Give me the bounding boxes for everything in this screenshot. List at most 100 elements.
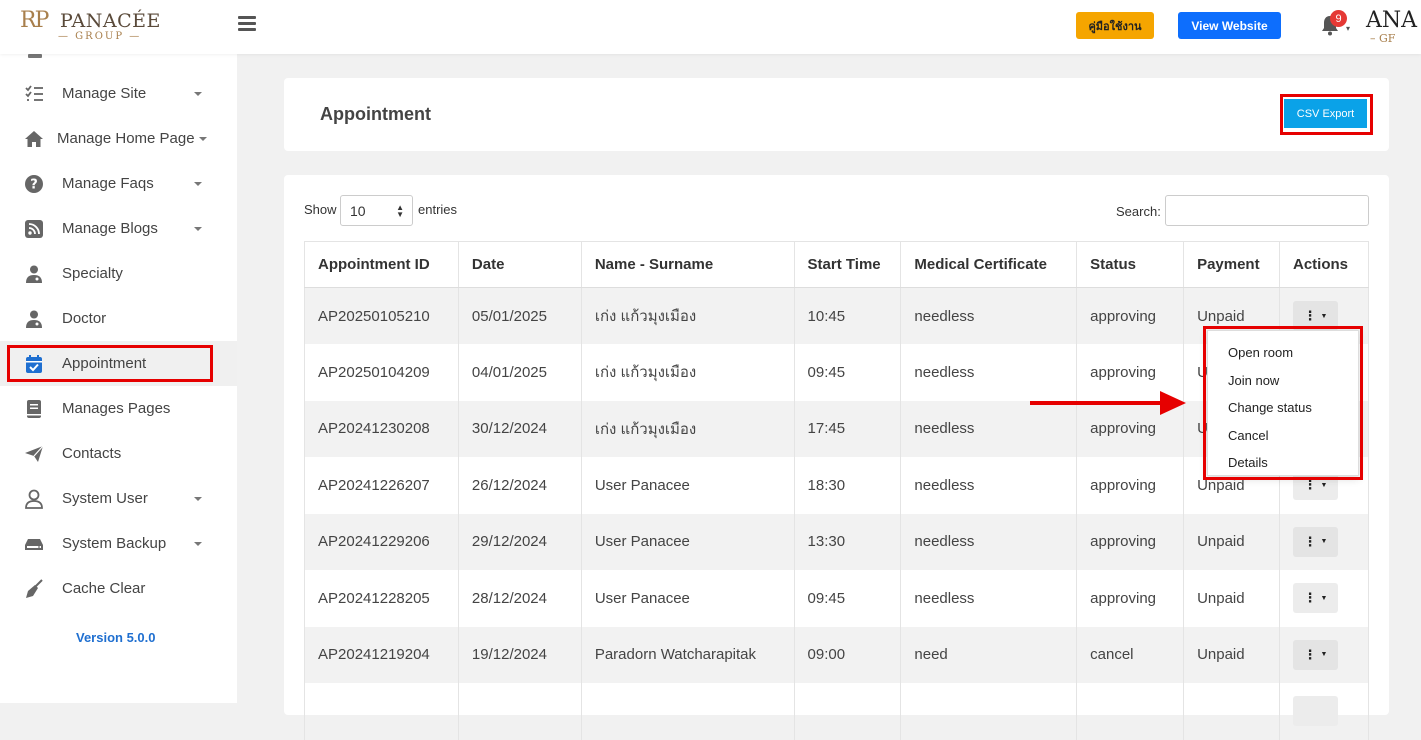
status-cell: approving <box>1076 287 1185 344</box>
name-cell: เก่ง แก้วมุงเมือง <box>580 287 795 344</box>
name-cell: User Panacee <box>580 457 795 514</box>
sidebar-item-label: Doctor <box>62 310 107 327</box>
column-header[interactable]: Actions <box>1279 241 1369 288</box>
medical-certificate-cell: needless <box>900 400 1078 457</box>
actions-cell: ⋮▼ <box>1279 626 1369 683</box>
appointment-id-cell: AP20250105210 <box>304 287 459 344</box>
user-guide-button[interactable]: คู่มือใช้งาน <box>1076 12 1154 39</box>
search-label: Search: <box>1116 204 1161 219</box>
chevron-down-icon: ▼ <box>1320 312 1328 320</box>
status-cell: approving <box>1076 570 1185 627</box>
chevron-down-icon <box>194 226 202 231</box>
appointment-id-cell <box>304 683 459 740</box>
kebab-icon: ⋮ <box>1303 590 1317 606</box>
actions-cell <box>1279 683 1369 740</box>
medical-certificate-cell: need <box>900 626 1078 683</box>
start-time-cell: 09:00 <box>793 626 902 683</box>
panacee-logo[interactable]: RP PANACÉE — GROUP — <box>20 8 160 44</box>
chevron-down-icon <box>199 136 207 141</box>
header-logo-right: ANA <box>1366 8 1418 33</box>
date-cell: 19/12/2024 <box>457 626 582 683</box>
sidebar-item-cache-clear[interactable]: Cache Clear <box>0 566 237 611</box>
svg-text:?: ? <box>30 177 38 192</box>
chevron-down-icon <box>194 91 202 96</box>
medical-certificate-cell: needless <box>900 457 1078 514</box>
entries-value: 10 <box>350 202 366 219</box>
column-header[interactable]: Name - Surname <box>580 241 795 288</box>
entries-select[interactable]: 10 ▲ ▼ <box>340 195 413 226</box>
version-label: Version 5.0.0 <box>76 630 156 645</box>
sidebar-item-doctor[interactable]: Doctor <box>0 296 237 341</box>
sidebar-item-manages-pages[interactable]: Manages Pages <box>0 386 237 431</box>
notification-badge: 9 <box>1330 10 1347 27</box>
column-header[interactable]: Medical Certificate <box>900 241 1078 288</box>
sidebar-item-manage-home-page[interactable]: Manage Home Page <box>0 116 237 161</box>
sidebar-item-specialty[interactable]: Specialty <box>0 251 237 296</box>
actions-cell: ⋮▼ <box>1279 513 1369 570</box>
sidebar-item-label: Contacts <box>62 445 122 462</box>
medical-certificate-cell: needless <box>900 513 1078 570</box>
name-cell: User Panacee <box>580 570 795 627</box>
appointment-id-cell: AP20241230208 <box>304 400 459 457</box>
entries-label: entries <box>418 202 458 217</box>
sidebar-item-label: Specialty <box>62 265 123 282</box>
sidebar-item-contacts[interactable]: Contacts <box>0 431 237 476</box>
sidebar-stub <box>28 54 42 58</box>
date-cell: 26/12/2024 <box>457 457 582 514</box>
start-time-cell: 17:45 <box>793 400 902 457</box>
appointment-table: Appointment ID Date Name - Surname Start… <box>304 241 1369 740</box>
sidebar-item-manage-site[interactable]: Manage Site <box>0 71 237 116</box>
page-title: Appointment <box>320 104 431 124</box>
top-bar: RP PANACÉE — GROUP — คู่มือใช้งาน View W… <box>0 0 1421 54</box>
doctor-icon <box>26 265 42 283</box>
payment-cell: Unpaid <box>1183 570 1280 627</box>
sidebar-item-system-user[interactable]: System User <box>0 476 237 521</box>
column-header[interactable]: Status <box>1076 241 1185 288</box>
medical-certificate-cell: needless <box>900 570 1078 627</box>
appointment-id-cell: AP20241229206 <box>304 513 459 570</box>
search-input[interactable] <box>1165 195 1369 226</box>
name-cell: Paradorn Watcharapitak <box>580 626 795 683</box>
chevron-down-icon <box>194 541 202 546</box>
payment-cell: Unpaid <box>1183 626 1280 683</box>
actions-dropdown-button[interactable] <box>1293 696 1338 727</box>
actions-dropdown-button[interactable]: ⋮▼ <box>1293 526 1338 557</box>
sidebar-item-label: Cache Clear <box>62 580 146 597</box>
start-time-cell: 13:30 <box>793 513 902 570</box>
name-cell: เก่ง แก้วมุงเมือง <box>580 400 795 457</box>
column-header[interactable]: Payment <box>1183 241 1280 288</box>
broom-icon <box>26 578 43 598</box>
book-icon <box>27 399 41 418</box>
annotation-arrow-head <box>1160 391 1186 415</box>
name-cell <box>580 683 795 740</box>
menu-toggle-icon[interactable] <box>238 16 256 32</box>
chevron-down-icon[interactable]: ▾ <box>1346 24 1350 33</box>
start-time-cell: 09:45 <box>793 570 902 627</box>
actions-cell: ⋮▼ <box>1279 570 1369 627</box>
table-header-row: Appointment ID Date Name - Surname Start… <box>304 241 1369 288</box>
column-header[interactable]: Date <box>457 241 582 288</box>
table-row: AP20241229206 29/12/2024 User Panacee 13… <box>304 513 1369 570</box>
question-circle-icon: ? <box>25 174 43 193</box>
sidebar-item-label: Manage Site <box>62 85 147 102</box>
actions-dropdown-button[interactable]: ⋮▼ <box>1293 583 1338 614</box>
view-website-button[interactable]: View Website <box>1178 12 1281 39</box>
sidebar-item-manage-blogs[interactable]: Manage Blogs <box>0 206 237 251</box>
table-row: AP20241228205 28/12/2024 User Panacee 09… <box>304 570 1369 627</box>
header-logo-right-sub: – GF <box>1370 32 1396 45</box>
kebab-icon: ⋮ <box>1303 533 1317 549</box>
sidebar-item-manage-faqs[interactable]: ? Manage Faqs <box>0 161 237 206</box>
appointment-id-cell: AP20241219204 <box>304 626 459 683</box>
show-label: Show <box>304 202 337 217</box>
appointment-id-cell: AP20241228205 <box>304 570 459 627</box>
sidebar-item-system-backup[interactable]: System Backup <box>0 521 237 566</box>
actions-dropdown-button[interactable]: ⋮▼ <box>1293 639 1338 670</box>
sidebar-item-label: Manage Home Page <box>57 130 195 147</box>
column-header[interactable]: Appointment ID <box>304 241 459 288</box>
payment-cell <box>1183 683 1280 740</box>
status-cell <box>1076 683 1185 740</box>
appointment-id-cell: AP20241226207 <box>304 457 459 514</box>
sidebar-item-label: System Backup <box>62 535 167 552</box>
start-time-cell: 10:45 <box>793 287 902 344</box>
column-header[interactable]: Start Time <box>793 241 902 288</box>
